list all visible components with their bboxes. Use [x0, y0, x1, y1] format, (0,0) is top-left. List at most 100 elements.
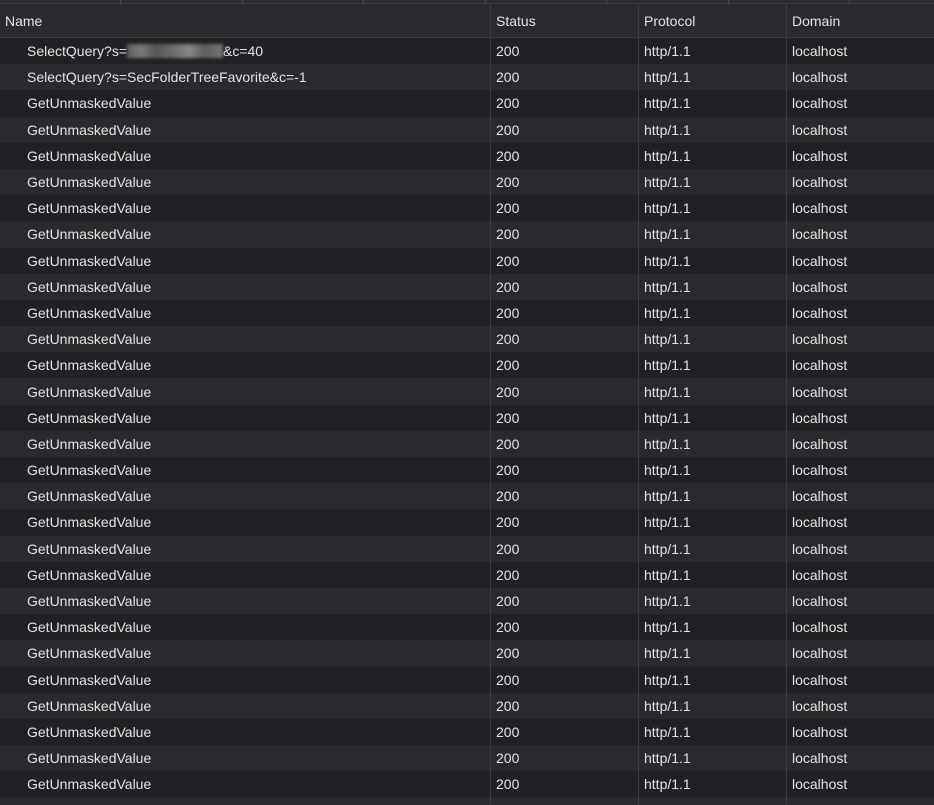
cell-name[interactable]: GetUnmaskedValue [0, 273, 491, 300]
cell-name[interactable]: GetUnmaskedValue [0, 509, 491, 536]
cell-domain: localhost [792, 147, 848, 164]
cell-domain: localhost [792, 776, 848, 793]
cell-domain: localhost [792, 200, 848, 217]
table-row[interactable]: GetUnmaskedValue200http/1.1localhost [0, 326, 934, 353]
cell-domain: localhost [792, 121, 848, 138]
table-row[interactable]: GetUnmaskedValue200http/1.1localhost [0, 221, 934, 248]
table-row[interactable]: GetUnmaskedValue200http/1.1localhost [0, 195, 934, 222]
cell-status: 200 [491, 64, 639, 91]
cell-status: 200 [491, 509, 639, 536]
table-row[interactable]: GetUnmaskedValue200http/1.1localhost [0, 273, 934, 300]
table-row[interactable]: GetUnmaskedValue200http/1.1 localhost [0, 483, 934, 510]
cell-name[interactable]: GetUnmaskedValue [0, 457, 491, 484]
cell-name[interactable]: GetUnmaskedValue [0, 378, 491, 405]
column-header-status[interactable]: Status [491, 4, 639, 37]
column-header-name[interactable]: Name [0, 4, 491, 37]
cell-name[interactable]: GetUnmaskedValue [0, 116, 491, 143]
table-row[interactable]: GetUnmaskedValue200http/1.1localhost [0, 666, 934, 693]
cell-status: 200 [491, 457, 639, 484]
cell-name[interactable]: GetUnmaskedValue [0, 640, 491, 667]
cell-name[interactable]: GetUnmaskedValue [0, 797, 491, 805]
cell-name[interactable]: GetUnmaskedValue [0, 718, 491, 746]
table-row[interactable]: GetUnmaskedValue200http/1.1localhost [0, 587, 934, 615]
cell-name[interactable]: GetUnmaskedValue [0, 404, 491, 431]
cell-name[interactable]: GetUnmaskedValue [0, 771, 491, 798]
cell-name[interactable]: GetUnmaskedValue [0, 142, 491, 169]
table-row[interactable]: GetUnmaskedValue200http/1.1localhost [0, 561, 934, 588]
table-row[interactable]: GetUnmaskedValue200http/1.1localhost [0, 142, 934, 169]
table-row[interactable]: GetUnmaskedValue200http/1.1localhost [0, 168, 934, 196]
cell-name[interactable]: GetUnmaskedValue [0, 195, 491, 222]
cell-protocol: http/1.1 [639, 640, 787, 667]
table-row[interactable]: GetUnmaskedValue200http/1.1localhost [0, 430, 934, 457]
cell-domain: localhost [792, 435, 848, 452]
cell-name[interactable]: GetUnmaskedValue [0, 168, 491, 196]
cell-domain: localhost [792, 488, 848, 505]
table-row[interactable]: GetUnmaskedValue200http/1.1localhost [0, 352, 934, 379]
cell-protocol: http/1.1 [639, 692, 787, 719]
cell-name[interactable]: GetUnmaskedValue [0, 326, 491, 353]
cell-name[interactable]: GetUnmaskedValue [0, 299, 491, 327]
cell-name[interactable]: SelectQuery?s= &c=40 [0, 38, 491, 65]
name-prefix: SelectQuery?s= [27, 43, 127, 60]
table-row[interactable]: SelectQuery?s= &c=40 200 http/1.1 localhost [0, 38, 934, 65]
cell-name[interactable]: GetUnmaskedValue [0, 587, 491, 615]
cell-domain: localhost [792, 619, 848, 636]
column-header-domain[interactable]: Domain [787, 4, 934, 37]
cell-status: 200 [491, 692, 639, 719]
cell-name[interactable]: GetUnmaskedValue [0, 666, 491, 693]
table-row[interactable]: GetUnmaskedValue200http/1.1localhost [0, 509, 934, 536]
cell-name[interactable]: GetUnmaskedValue [0, 745, 491, 772]
cell-status: 200 [491, 666, 639, 693]
cell-name[interactable]: GetUnmaskedValue [0, 614, 491, 641]
cell-status: 200 [491, 404, 639, 431]
cell-status: 200 [491, 38, 639, 65]
cell-protocol: http/1.1 [639, 745, 787, 772]
cell-status: 200 [491, 142, 639, 169]
table-row[interactable]: GetUnmaskedValue200http/1.1localhost [0, 718, 934, 746]
cell-name[interactable]: GetUnmaskedValue [0, 247, 491, 274]
cell-name[interactable]: GetUnmaskedValue [0, 352, 491, 379]
cell-protocol: http/1.1 [639, 614, 787, 641]
cell-name[interactable]: GetUnmaskedValue [0, 221, 491, 248]
table-row[interactable]: GetUnmaskedValue200http/1.1localhost [0, 457, 934, 484]
column-header-protocol[interactable]: Protocol [639, 4, 787, 37]
cell-domain: localhost [787, 797, 934, 805]
cell-status: 200 [491, 483, 639, 510]
table-row[interactable]: GetUnmaskedValue200http/1.1localhost [0, 797, 934, 805]
cell-name[interactable]: GetUnmaskedValue [0, 692, 491, 719]
table-row[interactable]: GetUnmaskedValue200http/1.1localhost [0, 378, 934, 405]
table-row[interactable]: SelectQuery?s=SecFolderTreeFavorite&c=-1… [0, 64, 934, 91]
cell-protocol: http/1.1 [639, 116, 787, 143]
cell-status: 200 [491, 745, 639, 772]
cell-protocol: http/1.1 [639, 247, 787, 274]
cell-domain: localhost [792, 383, 848, 400]
cell-status: 200 [491, 195, 639, 222]
table-row[interactable]: GetUnmaskedValue200http/1.1localhost [0, 247, 934, 274]
cell-name[interactable]: GetUnmaskedValue [0, 90, 491, 117]
table-row[interactable]: GetUnmaskedValue200http/1.1localhost [0, 614, 934, 641]
cell-name[interactable]: GetUnmaskedValue [0, 430, 491, 457]
name-suffix: &c=40 [223, 43, 264, 60]
cell-status: 200 [491, 771, 639, 798]
table-row[interactable]: GetUnmaskedValue200http/1.1localhost [0, 404, 934, 431]
cell-status: 200 [491, 299, 639, 327]
table-row[interactable]: GetUnmaskedValue200http/1.1 localhost [0, 745, 934, 772]
cell-protocol: http/1.1 [639, 483, 787, 510]
table-row[interactable]: GetUnmaskedValue200http/1.1localhost [0, 90, 934, 117]
cell-domain: localhost [792, 723, 848, 740]
cell-name[interactable]: GetUnmaskedValue [0, 561, 491, 588]
table-row[interactable]: GetUnmaskedValue200http/1.1localhost [0, 771, 934, 798]
cell-name[interactable]: SelectQuery?s=SecFolderTreeFavorite&c=-1 [0, 64, 491, 91]
table-row[interactable]: GetUnmaskedValue200http/1.1localhost [0, 535, 934, 562]
cell-status: 200 [491, 535, 639, 562]
cell-protocol: http/1.1 [639, 457, 787, 484]
table-row[interactable]: GetUnmaskedValue200http/1.1localhost [0, 640, 934, 667]
table-row[interactable]: GetUnmaskedValue200http/1.1 localhost [0, 692, 934, 719]
table-row[interactable]: GetUnmaskedValue200http/1.1localhost [0, 116, 934, 143]
cell-name[interactable]: GetUnmaskedValue [0, 483, 491, 510]
cell-domain: localhost [792, 750, 848, 767]
cell-domain: localhost [792, 697, 848, 714]
table-row[interactable]: GetUnmaskedValue200http/1.1localhost [0, 299, 934, 327]
cell-name[interactable]: GetUnmaskedValue [0, 535, 491, 562]
